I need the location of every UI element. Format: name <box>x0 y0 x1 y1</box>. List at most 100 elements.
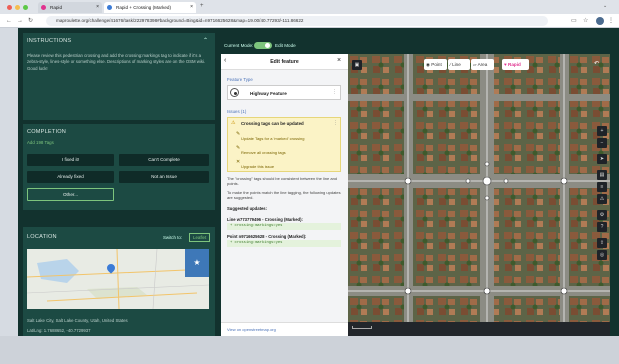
feature-type-value: Highway Feature <box>250 91 287 96</box>
fixed-button[interactable]: I fixed it! <box>27 154 114 166</box>
point-label: Point <box>431 62 442 67</box>
browser-tab-bar: Rapid × Rapid + Crossing (Marked) × + ⌄ <box>0 0 619 14</box>
zoom-in-icon[interactable]: + <box>597 126 607 136</box>
location-address: Salt Lake City, Salt Lake County, Utah, … <box>27 318 128 323</box>
warning-more-icon[interactable]: ⋮ <box>333 120 338 126</box>
line-update-label: Line w773779496 - Crossing (Marked): <box>227 217 303 222</box>
instructions-title: INSTRUCTIONS <box>27 38 72 44</box>
reload-icon[interactable]: ↻ <box>28 16 33 26</box>
line-update-code: + crossing:markings=yes <box>227 223 341 230</box>
cant-complete-button[interactable]: Can't Complete <box>119 154 209 166</box>
issues-icon[interactable]: ⚠ <box>597 194 607 204</box>
completion-panel: COMPLETION Add 198 Tags I fixed it! Can'… <box>23 124 215 210</box>
new-tab-icon[interactable]: + <box>200 3 204 9</box>
warning-title: Crossing tags can be updated <box>241 121 304 126</box>
issues-label[interactable]: Issues (1) <box>227 109 246 114</box>
mini-map-graphic <box>27 249 209 309</box>
tab-label: Rapid <box>50 5 63 10</box>
editor-title: Edit feature <box>270 59 299 65</box>
tab-list-icon[interactable]: ⌄ <box>603 3 607 9</box>
satellite-map[interactable]: ▣ ◉ Point ∕ Line ▱ Area ♥ Rapid ↶ + − ➤ … <box>348 54 610 336</box>
desktop-bottom <box>0 336 619 364</box>
area-label: Area <box>477 62 488 67</box>
close-editor-icon[interactable]: × <box>337 57 341 64</box>
star-marker-icon: ★ <box>185 249 209 277</box>
warning-icon: ⚠ <box>231 120 236 126</box>
feature-more-icon[interactable]: ⋮ <box>332 89 337 95</box>
maproulette-favicon-icon <box>107 5 112 10</box>
point-update-code: + crossing:markings=yes <box>227 240 341 247</box>
point-icon: ◉ <box>426 62 431 67</box>
extensions-icon[interactable]: ▭ <box>571 16 577 26</box>
leaflet-switch-button[interactable]: Leaflet <box>189 233 211 242</box>
completion-title: COMPLETION <box>27 129 66 135</box>
highway-feature-icon <box>230 88 239 97</box>
line-label: Line <box>452 62 461 67</box>
line-icon: ∕ <box>450 62 451 67</box>
osm-link[interactable]: View on openstreetmap.org <box>227 327 276 332</box>
rapid-icon: ♥ <box>504 62 507 67</box>
background-layers-icon[interactable]: ▤ <box>597 170 607 180</box>
location-coords: Lat/Lng: 1.7688652, -40.7729937 <box>27 328 91 333</box>
location-title: LOCATION <box>27 234 57 240</box>
not-an-issue-button[interactable]: Not an Issue <box>119 171 209 183</box>
compass-icon[interactable]: ➤ <box>597 154 607 164</box>
add-point-button[interactable]: ◉ Point <box>424 59 447 70</box>
completion-subtitle: Add 198 Tags <box>27 140 54 145</box>
forward-icon[interactable]: → <box>17 16 23 26</box>
sidebar-toggle-icon[interactable]: ▣ <box>352 60 362 70</box>
browser-menu-icon[interactable]: ⋮ <box>608 16 614 26</box>
rapid-favicon-icon <box>41 5 46 10</box>
location-panel: LOCATION Switch to: Leaflet ★ Salt Lake … <box>23 227 215 336</box>
crossing-warning: ⚠ Crossing tags can be updated ⋮ ✎ Updat… <box>227 117 341 172</box>
add-line-button[interactable]: ∕ Line <box>448 59 470 70</box>
map-data-icon[interactable]: ≡ <box>597 182 607 192</box>
geolocate-icon[interactable]: ◎ <box>597 250 607 260</box>
editor-header: ‹ Edit feature × <box>221 54 348 70</box>
wrench-icon: ✎ <box>236 131 241 137</box>
instructions-body: Please review this pedestrian crossing a… <box>27 53 206 71</box>
tab-rapid[interactable]: Rapid × <box>38 2 102 13</box>
preferences-icon[interactable]: ⚙ <box>597 210 607 220</box>
feature-editor: ‹ Edit feature × Feature Type Highway Fe… <box>221 54 348 336</box>
crossing-note-2: To make the points match the line taggin… <box>227 190 341 201</box>
maximize-window-icon[interactable] <box>23 4 28 10</box>
location-mini-map[interactable]: ★ <box>27 249 209 309</box>
editor-footer: View on openstreetmap.org <box>221 322 348 336</box>
area-icon: ▱ <box>473 62 477 67</box>
feature-dot <box>233 91 237 95</box>
feature-type-field[interactable]: Highway Feature ⋮ <box>227 85 341 100</box>
toggle-knob <box>265 43 270 48</box>
bookmark-icon[interactable]: ☆ <box>583 16 588 26</box>
rapid-label: Rapid <box>508 62 521 67</box>
zoom-out-icon[interactable]: − <box>597 138 607 148</box>
url-field[interactable]: maproulette.org/challenge/41676/task/222… <box>46 16 548 26</box>
collapse-chevron-icon[interactable]: ⌃ <box>203 37 208 44</box>
back-icon[interactable]: ← <box>6 16 12 26</box>
maproulette-app: INSTRUCTIONS ⌃ Please review this pedest… <box>18 28 619 336</box>
profile-avatar[interactable] <box>596 17 604 25</box>
rapid-button[interactable]: ♥ Rapid <box>502 59 529 70</box>
undo-icon[interactable]: ↶ <box>594 60 599 67</box>
other-button[interactable]: Other... <box>27 188 114 201</box>
close-window-icon[interactable] <box>7 4 12 10</box>
help-icon[interactable]: ? <box>597 222 607 232</box>
switch-label: Switch to: <box>163 235 183 240</box>
close-tab-icon[interactable]: × <box>190 2 193 13</box>
add-area-button[interactable]: ▱ Area <box>471 59 494 70</box>
suggested-label: Suggested updates: <box>227 206 268 211</box>
scale-bar <box>352 326 372 329</box>
already-fixed-button[interactable]: Already fixed <box>27 171 114 183</box>
map-imagery <box>348 54 610 336</box>
minimize-window-icon[interactable] <box>15 4 20 10</box>
fix-update-tags[interactable]: Update Tags for a 'marked' crossing <box>241 136 304 141</box>
fix-remove-tags[interactable]: Remove all crossing tags <box>241 150 286 155</box>
mode-toggle[interactable] <box>254 42 272 49</box>
tab-crossing[interactable]: Rapid + Crossing (Marked) × <box>104 2 196 13</box>
feature-type-label[interactable]: Feature Type <box>227 77 253 82</box>
share-icon[interactable]: ⇪ <box>597 238 607 248</box>
fix-upgrade-issue[interactable]: Upgrade this issue <box>241 164 274 169</box>
instructions-panel: INSTRUCTIONS ⌃ Please review this pedest… <box>23 33 215 120</box>
close-tab-icon[interactable]: × <box>96 2 99 13</box>
url-text: maproulette.org/challenge/41676/task/222… <box>56 18 304 23</box>
